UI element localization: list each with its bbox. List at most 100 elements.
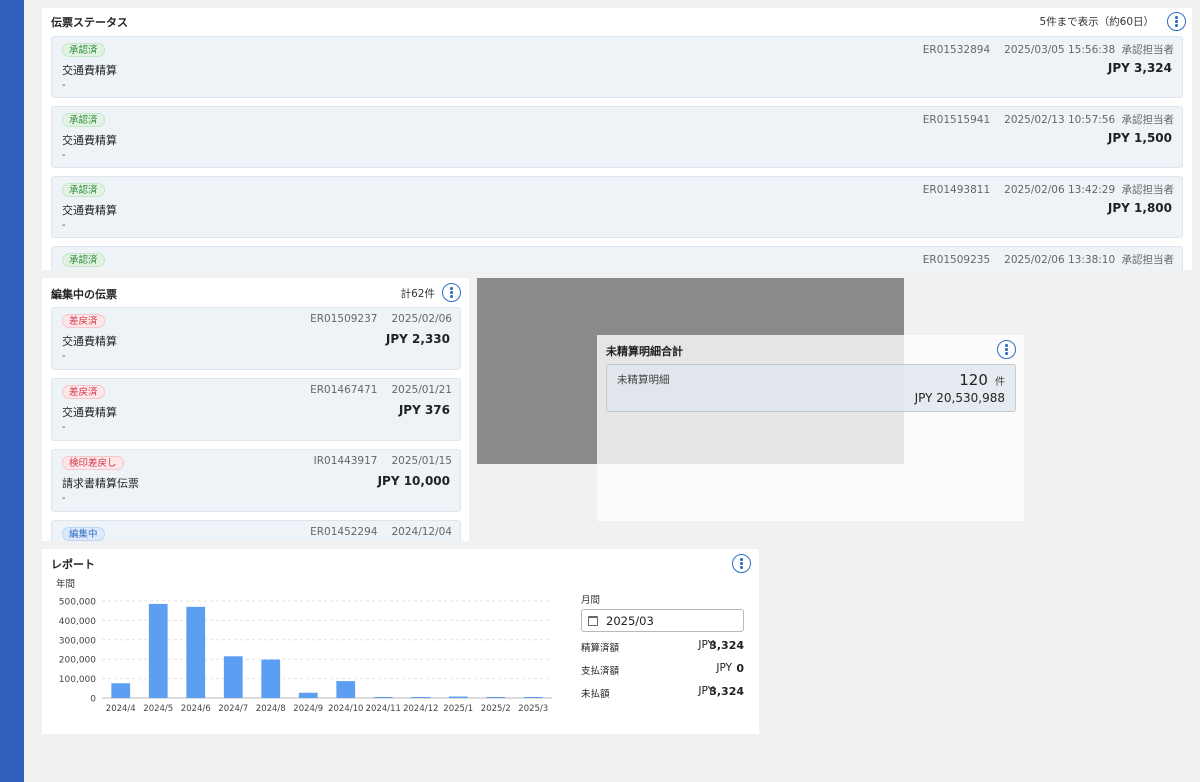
editing-card[interactable]: 検印差戻し 請求書精算伝票 - IR01443917 2025/01/15 JPY… [51, 449, 461, 512]
card-type: 交通費精算 [62, 64, 117, 77]
chart-caption: 年間 [56, 579, 76, 590]
chart-bar[interactable] [373, 697, 393, 698]
card-amount: JPY 10,000 [377, 474, 450, 488]
card-meta: IR01443917 2025/01/15 [314, 455, 452, 467]
card-description: - [62, 150, 66, 161]
card-id: ER01532894 [922, 44, 991, 56]
chart-bar[interactable] [261, 659, 281, 698]
chart-x-tick-label: 2024/10 [328, 704, 363, 714]
card-amount: JPY 3,324 [1107, 61, 1172, 75]
chart-y-tick-label: 200,000 [59, 656, 96, 666]
chart-bar[interactable] [148, 603, 168, 698]
chart-x-tick-label: 2025/3 [518, 704, 548, 714]
status-card[interactable]: 承認済 ER01509235 2025/02/06 13:38:10 承認担当者 [51, 246, 1183, 270]
card-id: ER01467471 [310, 384, 378, 396]
chart-y-tick-label: 300,000 [59, 636, 96, 646]
summary-label: 未払額 [581, 689, 610, 700]
card-role: 承認担当者 [1121, 184, 1175, 196]
card-role: 承認担当者 [1121, 114, 1175, 126]
month-value: 2025/03 [606, 614, 654, 628]
status-card[interactable]: 承認済 交通費精算 - ER01493811 2025/02/06 13:42:2… [51, 176, 1183, 238]
status-panel-title: 伝票ステータス [51, 16, 128, 29]
card-meta: ER01515941 2025/02/13 10:57:56 承認担当者 [923, 112, 1174, 127]
chart-bar[interactable] [523, 697, 543, 698]
summary-row: 未払額 JPY 3,324 [581, 685, 744, 701]
card-date: 2025/02/06 [391, 313, 452, 325]
unsettled-panel[interactable]: 未精算明細合計 未精算明細 120 件 JPY 20,530,988 [597, 335, 1024, 521]
month-picker[interactable]: 2025/03 [581, 609, 744, 632]
unsettled-card-label: 未精算明細 [617, 374, 670, 386]
editing-panel: 編集中の伝票 計62件 差戻済 交通費精算 - ER01509237 2025/0… [42, 278, 469, 541]
chart-bar[interactable] [336, 681, 356, 698]
summary-label: 支払済額 [581, 666, 620, 677]
status-badge: 承認済 [62, 113, 105, 127]
unsettled-card[interactable]: 未精算明細 120 件 JPY 20,530,988 [606, 364, 1016, 412]
card-meta: ER01467471 2025/01/21 [310, 384, 452, 396]
editing-card[interactable]: 差戻済 交通費精算 - ER01509237 2025/02/06 JPY 2,3… [51, 307, 461, 370]
card-datetime: 2025/03/05 15:56:38 [1004, 44, 1116, 56]
card-id: ER01509237 [310, 313, 378, 325]
card-date: 2024/12/04 [391, 526, 452, 538]
card-description: - [62, 80, 66, 91]
card-description: - [62, 351, 66, 362]
card-amount: JPY 2,330 [385, 332, 450, 346]
calendar-icon [588, 616, 598, 626]
chart-y-tick-label: 500,000 [59, 598, 96, 608]
chart-x-tick-label: 2024/9 [293, 704, 323, 714]
card-amount: JPY 1,500 [1107, 131, 1172, 145]
card-id: IR01443917 [313, 455, 378, 467]
card-type: 交通費精算 [62, 335, 117, 348]
report-panel-title: レポート [51, 558, 95, 571]
chart-bar[interactable] [448, 696, 468, 698]
unsettled-count: 120 件 [959, 370, 1005, 389]
editing-total: 計62件 [400, 288, 435, 300]
status-card[interactable]: 承認済 交通費精算 - ER01532894 2025/03/05 15:56:3… [51, 36, 1183, 98]
status-panel: 伝票ステータス 5件まで表示（約60日） 承認済 交通費精算 - ER01532… [42, 8, 1192, 270]
chart-bar[interactable] [298, 692, 318, 698]
chart-y-tick-label: 400,000 [59, 617, 96, 627]
chart-bar[interactable] [186, 606, 206, 698]
chart-x-tick-label: 2024/12 [403, 704, 438, 714]
status-badge: 承認済 [62, 253, 105, 267]
card-type: 交通費精算 [62, 406, 117, 419]
unsettled-panel-title: 未精算明細合計 [606, 345, 683, 358]
editing-card[interactable]: 編集中 ER01452294 2024/12/04 [51, 520, 461, 541]
status-card[interactable]: 承認済 交通費精算 - ER01515941 2025/02/13 10:57:5… [51, 106, 1183, 168]
editing-card[interactable]: 差戻済 交通費精算 - ER01467471 2025/01/21 JPY 376 [51, 378, 461, 441]
chart-x-tick-label: 2024/4 [106, 704, 136, 714]
card-amount: JPY 1,800 [1107, 201, 1172, 215]
card-id: ER01509235 [922, 254, 991, 266]
card-description: - [62, 493, 66, 504]
status-badge: 編集中 [62, 527, 105, 541]
card-datetime: 2025/02/06 13:38:10 [1004, 254, 1116, 266]
chart-x-tick-label: 2024/8 [256, 704, 286, 714]
month-label: 月間 [581, 595, 601, 606]
chart-bar[interactable] [486, 697, 506, 698]
summary-value: 3,324 [709, 685, 744, 698]
summary-value: 0 [736, 662, 744, 675]
chart-bar[interactable] [223, 656, 243, 698]
status-badge: 承認済 [62, 183, 105, 197]
card-type: 交通費精算 [62, 134, 117, 147]
card-id: ER01515941 [922, 114, 991, 126]
summary-currency: JPY [716, 662, 732, 674]
chart-x-tick-label: 2024/6 [181, 704, 211, 714]
sidebar-strip [0, 0, 24, 782]
report-more-menu-button[interactable] [732, 554, 751, 573]
card-date: 2025/01/21 [391, 384, 452, 396]
chart-y-tick-label: 100,000 [59, 675, 96, 685]
summary-row: 支払済額 JPY 0 [581, 662, 744, 678]
chart-bar[interactable] [111, 683, 131, 698]
editing-more-menu-button[interactable] [442, 283, 461, 302]
chart-bar[interactable] [411, 697, 431, 698]
chart-x-tick-label: 2024/5 [143, 704, 173, 714]
summary-label: 精算済額 [581, 643, 620, 654]
unsettled-more-menu-button[interactable] [997, 340, 1016, 359]
unsettled-amount: JPY 20,530,988 [914, 391, 1005, 405]
status-more-menu-button[interactable] [1167, 12, 1186, 31]
summary-row: 精算済額 JPY 3,324 [581, 639, 744, 655]
card-datetime: 2025/02/13 10:57:56 [1004, 114, 1116, 126]
annual-bar-chart: 0 100,000 200,000 300,000 400,000 500,000 202… [59, 598, 552, 714]
card-meta: ER01452294 2024/12/04 [310, 526, 452, 538]
card-datetime: 2025/02/06 13:42:29 [1004, 184, 1116, 196]
